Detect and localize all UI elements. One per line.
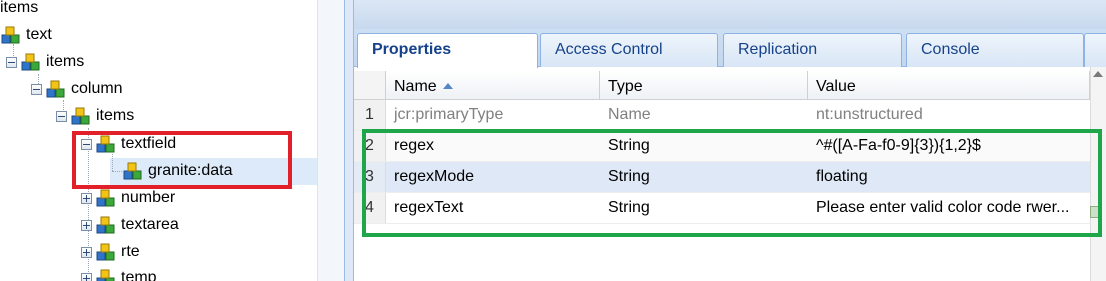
panel-splitter[interactable] (344, 0, 354, 281)
collapse-toggle-icon[interactable] (31, 83, 42, 95)
property-type: Name (608, 106, 651, 123)
expand-toggle-icon[interactable] (81, 192, 92, 204)
tree-node-label: textarea (121, 216, 179, 233)
node-cubes-icon (96, 189, 115, 207)
property-value[interactable]: nt:unstructured (808, 100, 1090, 130)
column-header-type[interactable]: Type (600, 71, 808, 100)
tab-label: Replication (738, 41, 818, 58)
node-cubes-icon (96, 216, 115, 234)
sort-ascending-icon (442, 83, 453, 89)
tab-label: Console (921, 41, 980, 58)
tree-node-items-nested[interactable]: items (56, 103, 134, 129)
tree-node-rte[interactable]: rte (81, 239, 140, 265)
tree-node-label: text (26, 26, 52, 43)
tree-node-items[interactable]: items (6, 49, 84, 75)
tree-node-textarea[interactable]: textarea (81, 212, 179, 238)
tree-node-column[interactable]: column (31, 76, 123, 102)
tree-node-text[interactable]: text (0, 22, 52, 48)
tab-properties[interactable]: Properties (357, 33, 538, 68)
row-number: 1 (354, 100, 386, 130)
column-header-name[interactable]: Name (386, 71, 600, 100)
row-number-header (354, 71, 386, 100)
tree-node-label: items (46, 53, 85, 70)
tab-label: Properties (372, 41, 452, 58)
tab-strip: Properties Access Control Replication Co… (354, 29, 1106, 68)
tab-overflow[interactable] (1084, 33, 1106, 67)
tab-label: Access Control (555, 41, 663, 58)
annotation-box-red (72, 131, 292, 189)
expand-toggle-icon[interactable] (81, 219, 92, 231)
tree-node-label: column (71, 80, 123, 97)
column-header-label: Name (394, 78, 437, 95)
tree-node-label: items (0, 0, 39, 16)
tree-node-label: items (96, 107, 135, 124)
collapse-toggle-icon[interactable] (56, 110, 67, 122)
scroll-up-icon[interactable] (1093, 71, 1103, 77)
column-header-label: Value (816, 78, 856, 95)
tree-node-label: temp (121, 269, 157, 281)
column-header-value[interactable]: Value (808, 71, 1090, 100)
node-cubes-icon (96, 243, 115, 261)
tab-access-control[interactable]: Access Control (540, 33, 718, 67)
tree-scrollbar[interactable] (317, 0, 344, 281)
annotation-box-green (362, 129, 1102, 237)
expand-toggle-icon[interactable] (81, 272, 92, 281)
tree-node-temp[interactable]: temp (81, 265, 157, 281)
panel-header-bar (354, 0, 1106, 30)
node-cubes-icon (1, 26, 20, 44)
tree-node-label: rte (121, 243, 140, 260)
tree-node-label: number (121, 189, 176, 206)
expand-toggle-icon[interactable] (81, 246, 92, 258)
property-name: jcr:primaryType (394, 106, 504, 123)
node-cubes-icon (21, 53, 40, 71)
node-cubes-icon (71, 107, 90, 125)
tab-console[interactable]: Console (906, 33, 1084, 67)
table-row[interactable]: 1 jcr:primaryType Name nt:unstructured (354, 100, 1106, 131)
column-header-label: Type (608, 78, 643, 95)
tab-replication[interactable]: Replication (723, 33, 902, 67)
node-cubes-icon (46, 80, 65, 98)
tree-node-items-root[interactable]: items (0, 0, 38, 21)
collapse-toggle-icon[interactable] (6, 56, 17, 68)
node-cubes-icon (96, 269, 115, 281)
